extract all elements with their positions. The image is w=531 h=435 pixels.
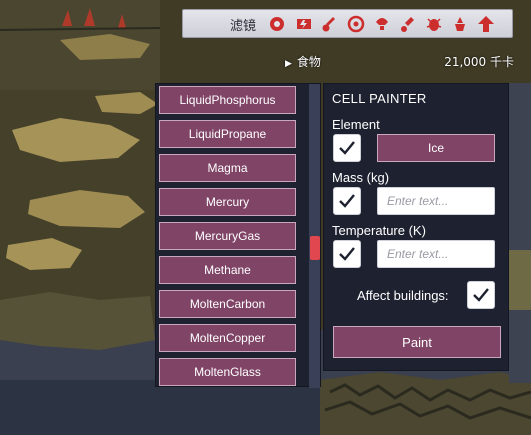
checkmark-icon <box>473 288 489 302</box>
filter-label: 滤镜 <box>230 19 257 34</box>
checkmark-icon <box>339 141 355 155</box>
element-item-magma[interactable]: Magma <box>159 154 296 182</box>
element-item-mercurygas[interactable]: MercuryGas <box>159 222 296 250</box>
mass-checkbox[interactable] <box>333 187 361 215</box>
oxygen-overlay-icon[interactable] <box>267 14 287 34</box>
mass-input[interactable] <box>377 187 495 215</box>
temperature-checkbox[interactable] <box>333 240 361 268</box>
light-overlay-icon[interactable] <box>372 14 392 34</box>
element-item-moltencopper[interactable]: MoltenCopper <box>159 324 296 352</box>
overlay-filter-bar: 滤镜 <box>182 9 513 38</box>
element-checkbox[interactable] <box>333 134 361 162</box>
affect-buildings-label: Affect buildings: <box>357 288 449 303</box>
food-label-text: 食物 <box>296 55 321 69</box>
element-item-methane[interactable]: Methane <box>159 256 296 284</box>
germ-overlay-icon[interactable] <box>424 14 444 34</box>
paint-button[interactable]: Paint <box>333 326 501 358</box>
affect-buildings-checkbox[interactable] <box>467 281 495 309</box>
element-item-moltencarbon[interactable]: MoltenCarbon <box>159 290 296 318</box>
element-item-liquidphosphorus[interactable]: LiquidPhosphorus <box>159 86 296 114</box>
checkmark-icon <box>339 194 355 208</box>
rooms-overlay-icon[interactable] <box>476 14 496 34</box>
element-item-mercury[interactable]: Mercury <box>159 188 296 216</box>
element-list-panel: LiquidPhosphorus LiquidPropane Magma Mer… <box>155 83 321 388</box>
temperature-label: Temperature (K) <box>332 223 426 238</box>
element-label: Element <box>332 117 380 132</box>
materials-overlay-icon[interactable] <box>346 14 366 34</box>
farming-overlay-icon[interactable] <box>450 14 470 34</box>
checkmark-icon <box>339 247 355 261</box>
calories-readout: 21,000 千卡 <box>444 55 514 69</box>
scrollbar-thumb[interactable] <box>310 236 320 260</box>
temperature-overlay-icon[interactable] <box>320 14 340 34</box>
power-overlay-icon[interactable] <box>294 14 314 34</box>
cell-painter-panel: CELL PAINTER Element Ice Mass (kg) Tempe… <box>323 83 509 371</box>
mass-label: Mass (kg) <box>332 170 390 185</box>
food-toggle[interactable]: ▶ 食物 <box>285 53 321 70</box>
element-item-moltenglass[interactable]: MoltenGlass <box>159 358 296 386</box>
element-item-liquidpropane[interactable]: LiquidPropane <box>159 120 296 148</box>
plumbing-overlay-icon[interactable] <box>398 14 418 34</box>
expand-arrow-icon: ▶ <box>285 59 292 69</box>
temperature-input[interactable] <box>377 240 495 268</box>
element-select-button[interactable]: Ice <box>377 134 495 162</box>
panel-title: CELL PAINTER <box>332 91 427 106</box>
